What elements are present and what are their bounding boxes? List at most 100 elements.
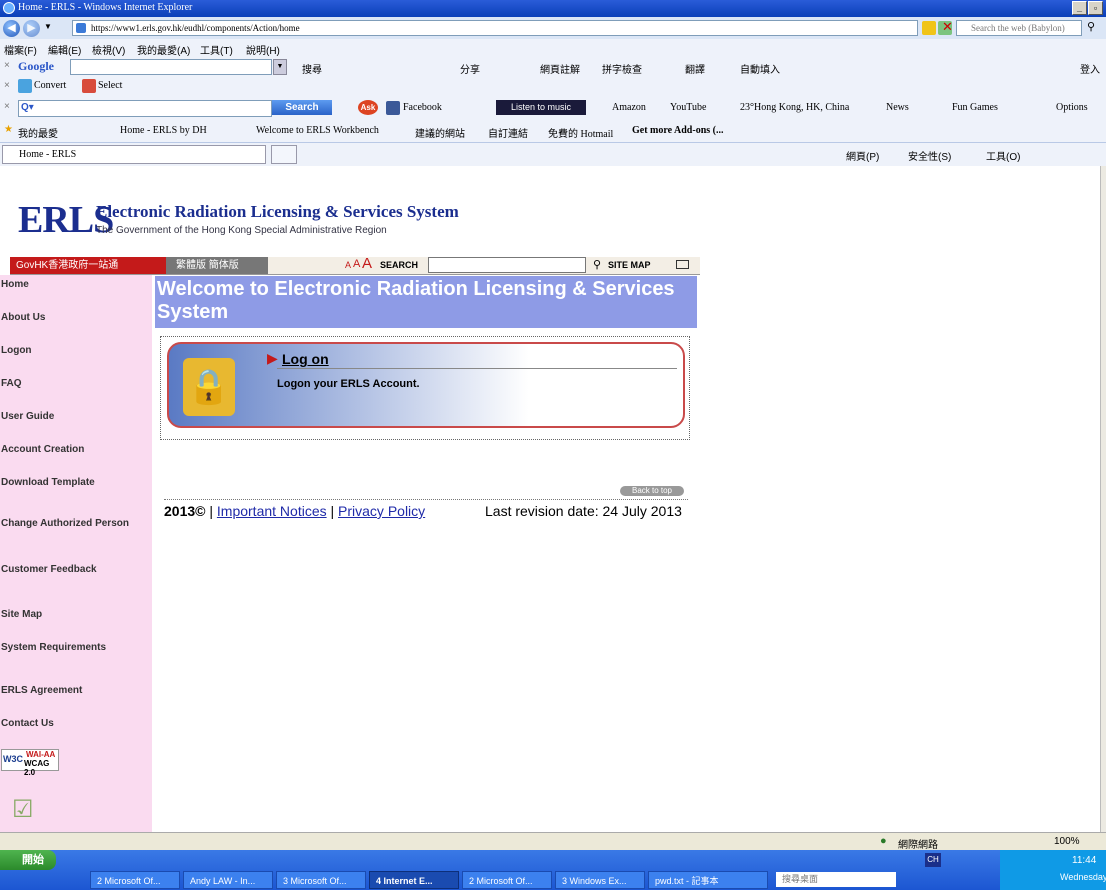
annotate-button[interactable]: 網頁註解 [540,61,580,76]
task-button[interactable]: 3 Microsoft Of... [276,871,366,889]
convert-button[interactable]: Convert [34,80,66,91]
dropdown-icon[interactable]: ▼ [273,59,287,75]
site-map-link[interactable]: SITE MAP [608,260,651,270]
task-button[interactable]: 2 Microsoft Of... [462,871,552,889]
google-search-input[interactable] [70,59,272,75]
fav-link-workbench[interactable]: Welcome to ERLS Workbench [256,125,379,136]
ask-search-button[interactable]: Search [272,100,332,115]
globe-icon: ● [880,835,887,847]
email-icon[interactable] [676,260,689,269]
new-tab-button[interactable] [271,145,297,164]
lock-icon[interactable] [922,21,936,35]
menu-tools[interactable]: 工具(T) [200,42,233,57]
task-button[interactable]: Andy LAW - In... [183,871,273,889]
fav-link-suggested[interactable]: 建議的網站 [415,125,465,140]
share-button[interactable]: 分享 [460,61,480,76]
fav-link-home[interactable]: Home - ERLS by DH [120,125,207,136]
fav-link-hotmail[interactable]: 免費的 Hotmail [548,125,613,140]
nav-logon[interactable]: Logon [1,345,32,356]
spellcheck-button[interactable]: 拼字檢查 [602,61,642,76]
logon-panel: 🔒 ▶ Log on Logon your ERLS Account. [160,336,690,440]
important-notices-link[interactable]: Important Notices [217,503,327,519]
font-size-large[interactable]: A [362,255,372,272]
menu-file[interactable]: 檔案(F) [4,42,37,57]
nav-customer-feedback[interactable]: Customer Feedback [1,564,97,575]
nav-erls-agreement[interactable]: ERLS Agreement [1,685,82,696]
close-toolbar-icon[interactable]: × [4,101,10,112]
web-search-field[interactable]: Search the web (Babylon) [956,20,1082,36]
maximize-button[interactable]: ▫ [1088,1,1103,15]
site-search-input[interactable] [428,257,586,273]
autofill-button[interactable]: 自動填入 [740,61,780,76]
nav-site-map[interactable]: Site Map [1,609,42,620]
tools-menu[interactable]: 工具(O) [986,148,1020,163]
back-button[interactable]: ◀ [3,20,20,37]
vertical-scrollbar[interactable] [1100,166,1106,832]
close-toolbar-icon[interactable]: × [4,60,10,71]
web-search-placeholder: Search the web (Babylon) [971,23,1065,33]
nav-faq[interactable]: FAQ [1,378,22,389]
address-field[interactable]: https://www1.erls.gov.hk/eudhl/component… [72,20,918,36]
page-header: ERLS Electronic Radiation Licensing & Se… [0,195,700,255]
logon-card[interactable]: 🔒 ▶ Log on Logon your ERLS Account. [167,342,685,428]
menu-view[interactable]: 檢視(V) [92,42,125,57]
menu-edit[interactable]: 編輯(E) [48,42,81,57]
games-button[interactable]: Fun Games [952,102,998,113]
nav-about-us[interactable]: About Us [1,312,45,323]
back-to-top-link[interactable]: Back to top [620,486,684,496]
zoom-level[interactable]: 100% [1054,836,1080,847]
minimize-button[interactable]: _ [1072,1,1087,15]
youtube-button[interactable]: YouTube [670,102,706,113]
tab-home-erls[interactable]: Home - ERLS [2,145,266,164]
ask-search-input[interactable]: Q▾ [18,100,272,117]
task-button-active[interactable]: 4 Internet E... [369,871,459,889]
search-icon[interactable]: ⚲ [593,258,601,271]
nav-account-creation[interactable]: Account Creation [1,444,84,455]
nav-contact-us[interactable]: Contact Us [1,718,54,729]
nav-download-template[interactable]: Download Template [1,477,95,488]
stop-icon[interactable]: ✕ [942,19,953,35]
fav-link-custom[interactable]: 自訂連結 [488,125,528,140]
nav-user-guide[interactable]: User Guide [1,411,54,422]
history-dropdown[interactable]: ▼ [44,22,52,31]
facebook-button[interactable]: Facebook [403,102,442,113]
system-name: Electronic Radiation Licensing & Service… [96,202,459,221]
google-login[interactable]: 登入 [1080,61,1100,76]
select-button[interactable]: Select [98,80,122,91]
font-size-small[interactable]: A [345,260,351,270]
amazon-button[interactable]: Amazon [612,102,646,113]
safety-menu[interactable]: 安全性(S) [908,148,951,163]
menu-help[interactable]: 說明(H) [246,42,280,57]
ask-toolbar: × Q▾ Search Ask Facebook Listen to music… [0,96,1106,120]
nav-system-requirements[interactable]: System Requirements [1,642,106,653]
language-indicator[interactable]: CH [925,853,941,867]
task-button[interactable]: 3 Windows Ex... [555,871,645,889]
font-size-medium[interactable]: A [353,258,360,270]
translate-button[interactable]: 翻譯 [685,61,705,76]
wai-aa-badge[interactable]: W3C WAI-AA WCAG 2.0 [1,749,59,777]
menu-favorites[interactable]: 我的最愛(A) [137,42,190,57]
nav-change-authorized-person[interactable]: Change Authorized Person [1,518,129,529]
weather-button[interactable]: 23°Hong Kong, HK, China [740,102,849,113]
language-switch[interactable]: 繁體版 簡体版 [166,257,268,274]
start-button[interactable]: 開始 [0,850,56,870]
search-icon[interactable]: ⚲ [1087,20,1095,33]
news-button[interactable]: News [886,102,909,113]
forward-button[interactable]: ▶ [23,20,40,37]
page-menu[interactable]: 網頁(P) [846,148,879,163]
nav-home[interactable]: Home [1,279,29,290]
task-button[interactable]: 2 Microsoft Of... [90,871,180,889]
close-toolbar-icon[interactable]: × [4,80,10,91]
listen-music-button[interactable]: Listen to music [496,100,586,115]
privacy-policy-link[interactable]: Privacy Policy [338,503,425,519]
log-on-link[interactable]: Log on [282,351,329,367]
options-button[interactable]: Options [1056,102,1088,113]
fav-link-addons[interactable]: Get more Add-ons (... [632,125,723,136]
desktop-search-input[interactable]: 搜尋桌面 [776,872,896,887]
govhk-link[interactable]: GovHK香港政府一站通 [10,257,166,274]
task-button[interactable]: pwd.txt - 記事本 [648,871,768,889]
favorites-button[interactable]: 我的最愛 [18,125,58,140]
google-search-button[interactable]: 搜尋 [302,61,322,76]
convert-toolbar: × Convert Select [0,77,1106,96]
google-logo: Google [18,59,54,73]
